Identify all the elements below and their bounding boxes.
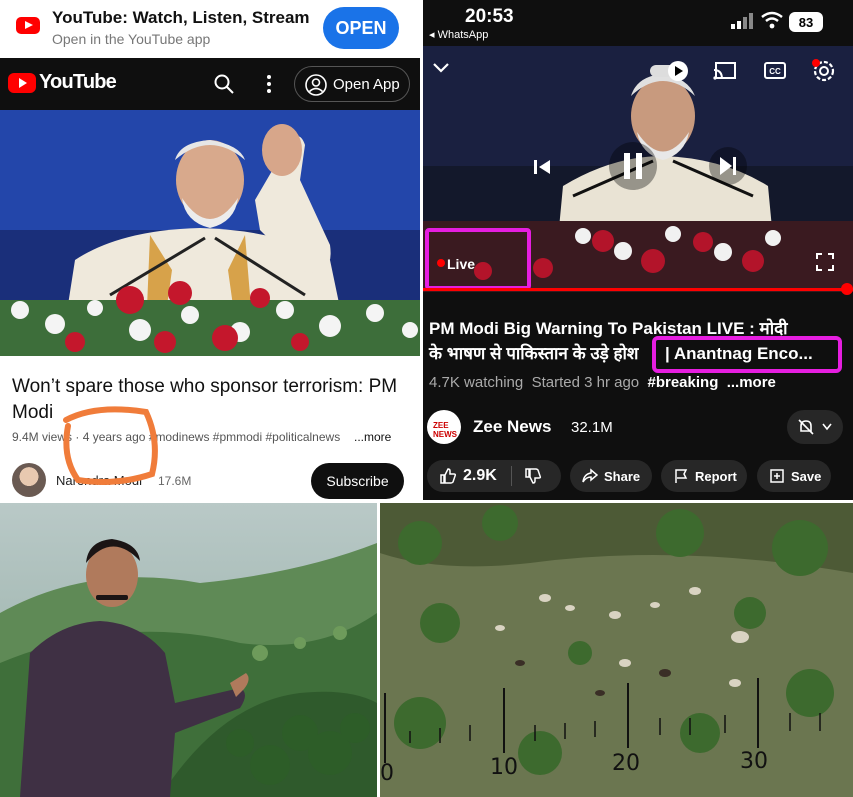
clock: 20:53 [465,6,514,27]
like-count[interactable]: 2.9K [463,467,497,485]
previous-track-icon[interactable] [531,156,553,178]
svg-text:CC: CC [769,67,781,76]
zee-news-avatar[interactable]: ZEE NEWS [427,410,461,444]
video-thumbnail[interactable] [0,110,420,356]
live-badge: Live [447,256,476,272]
ios-status-bar: 20:53 ◂ WhatsApp 83 [423,0,853,46]
bell-off-icon [798,419,814,435]
cast-icon[interactable] [713,60,737,82]
upload-age: 4 years ago [82,430,146,444]
share-button[interactable]: Share [570,460,652,492]
account-icon [305,74,327,96]
speaker-scene-image [0,110,420,356]
report-button[interactable]: Report [661,460,747,492]
more-options-icon[interactable] [262,72,276,96]
youtube-app-panel: 20:53 ◂ WhatsApp 83 CC Live PM Modi Big … [423,0,853,500]
save-to-playlist-icon [770,469,784,483]
fullscreen-icon[interactable] [815,252,835,272]
more-description-link[interactable]: ...more [727,374,776,391]
signal-icon [731,13,753,29]
like-dislike-divider [510,466,512,486]
scale-label-10: 10 [490,755,518,780]
open-app-label: Open App [333,76,400,93]
settings-gear-icon[interactable] [811,58,837,84]
scale-label-20: 20 [612,751,640,776]
save-label: Save [791,468,822,484]
youtube-app-icon [16,17,40,34]
back-to-app-link[interactable]: ◂ WhatsApp [429,28,488,41]
open-app-button[interactable]: Open App [294,66,410,102]
wifi-icon [761,11,783,29]
watching-count: 4.7K watching [429,374,524,391]
subscriber-count-zee: 32.1M [571,419,613,436]
subscribe-button[interactable]: Subscribe [311,463,404,499]
battery-indicator: 83 [789,12,823,32]
chevron-down-icon[interactable] [431,60,451,76]
next-track-icon[interactable] [708,146,748,186]
video-title[interactable]: Won’t spare those who sponsor terrorism:… [12,374,408,426]
man-in-valley-photo [0,503,377,797]
thumbs-up-icon[interactable] [439,467,457,485]
chevron-down-icon [822,423,832,431]
title-highlighted-part: | Anantnag Enco... [665,344,813,363]
autoplay-toggle-icon[interactable] [649,60,689,82]
channel-avatar[interactable] [12,463,46,497]
playback-progress-bar[interactable] [423,283,853,295]
action-bar: 2.9K Share Report Save [427,460,851,494]
subscriber-count: 17.6M [158,474,192,488]
youtube-logo-text[interactable]: YouTube [39,71,117,94]
app-install-banner: YouTube: Watch, Listen, Stream Open in t… [0,0,420,58]
channel-name-zee[interactable]: Zee News [473,417,551,437]
scale-label-30: 30 [740,749,768,774]
share-label: Share [604,468,641,484]
zee-news-logo-text: ZEE NEWS [433,421,457,439]
banner-subtitle: Open in the YouTube app [52,31,211,47]
hillside-sheep-photo: 0 10 20 30 [380,503,853,797]
live-dot-icon [437,259,445,267]
notification-bell-button[interactable] [787,410,843,444]
youtube-header: YouTube Open App [0,58,420,110]
title-line-1: PM Modi Big Warning To Pakistan LIVE : म… [429,319,788,338]
progress-scrubber[interactable] [841,283,853,295]
video-metadata: 9.4M views · 4 years ago #modinews #pmmo… [12,430,392,444]
channel-name[interactable]: Narendra Modi [56,473,142,488]
scale-label-0: 0 [380,761,394,786]
view-count: 9.4M views [12,430,73,444]
video-player[interactable]: CC [423,46,853,292]
live-video-title[interactable]: PM Modi Big Warning To Pakistan LIVE : म… [429,316,845,366]
banner-title: YouTube: Watch, Listen, Stream [52,8,310,27]
hashtag-breaking[interactable]: #breaking [648,374,719,391]
search-icon[interactable] [212,72,236,96]
open-app-store-button[interactable]: OPEN [323,7,399,49]
flag-icon [675,469,688,483]
more-link[interactable]: ...more [354,430,391,444]
live-metadata: 4.7K watching Started 3 hr ago #breaking… [429,374,776,391]
youtube-web-panel: YouTube: Watch, Listen, Stream Open in t… [0,0,420,500]
youtube-logo-icon[interactable] [8,73,36,93]
report-label: Report [695,468,737,484]
pause-icon[interactable] [608,141,658,191]
hashtags[interactable]: #modinews #pmmodi #politicalnews [149,430,340,444]
captions-icon[interactable]: CC [763,60,787,82]
save-button[interactable]: Save [757,460,831,492]
valley-scene-image [0,503,377,797]
like-dislike-group: 2.9K [427,460,561,492]
started-time: Started 3 hr ago [531,374,640,391]
share-icon [582,468,598,483]
thumbs-down-icon[interactable] [524,467,542,485]
